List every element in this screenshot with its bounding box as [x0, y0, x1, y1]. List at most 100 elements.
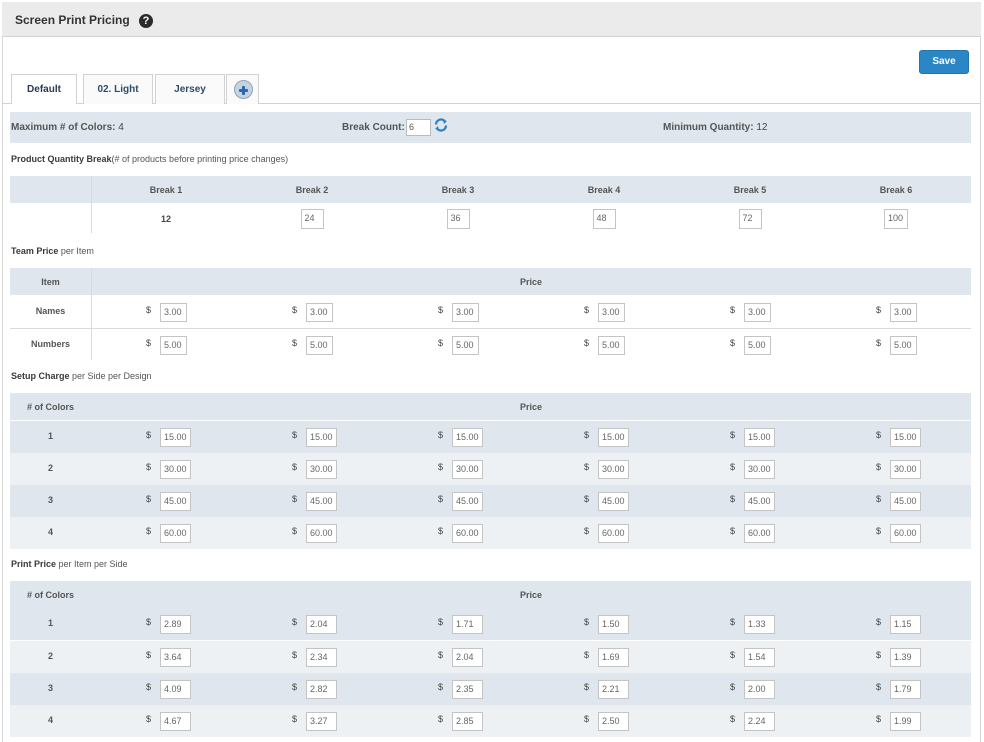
- print-price-price-input[interactable]: 1.99: [890, 712, 921, 731]
- team-price-price-input[interactable]: 3.00: [306, 303, 333, 322]
- currency-symbol: $: [438, 526, 444, 536]
- team-price-price-input[interactable]: 5.00: [306, 336, 333, 355]
- setup-charge-price-input[interactable]: 60.00: [160, 524, 191, 543]
- add-tab-button[interactable]: [226, 74, 259, 104]
- print-price-row: [10, 608, 971, 640]
- team-price-price-input[interactable]: 3.00: [452, 303, 479, 322]
- setup-charge-price-input[interactable]: 15.00: [306, 428, 337, 447]
- print-price-price-input[interactable]: 2.82: [306, 680, 337, 699]
- break-count-input[interactable]: 6: [406, 119, 431, 136]
- setup-charge-price-input[interactable]: 45.00: [890, 492, 921, 511]
- team-price-price-input[interactable]: 5.00: [160, 336, 187, 355]
- setup-charge-price-input[interactable]: 15.00: [160, 428, 191, 447]
- currency-symbol: $: [438, 338, 444, 348]
- print-price-price-input[interactable]: 2.35: [452, 680, 483, 699]
- setup-charge-price-input[interactable]: 15.00: [598, 428, 629, 447]
- team-price-price-input[interactable]: 3.00: [598, 303, 625, 322]
- min-qty-value: 12: [756, 122, 768, 133]
- team-price-price-input[interactable]: 5.00: [890, 336, 917, 355]
- team-price-price-input[interactable]: 3.00: [160, 303, 187, 322]
- print-price-price-input[interactable]: 1.39: [890, 648, 921, 667]
- setup-charge-col-colors: # of Colors: [26, 402, 74, 412]
- save-button[interactable]: Save: [919, 50, 969, 74]
- print-price-price-input[interactable]: 2.04: [452, 648, 483, 667]
- team-price-price-input[interactable]: 5.00: [598, 336, 625, 355]
- setup-charge-price-input[interactable]: 30.00: [598, 460, 629, 479]
- tab-default[interactable]: Default: [11, 74, 77, 104]
- print-price-price-input[interactable]: 4.09: [160, 680, 191, 699]
- setup-charge-price-input[interactable]: 45.00: [452, 492, 483, 511]
- currency-symbol: $: [730, 617, 736, 627]
- setup-charge-price-input[interactable]: 30.00: [744, 460, 775, 479]
- print-price-price-input[interactable]: 2.00: [744, 680, 775, 699]
- team-price-title-rest: per Item: [58, 246, 94, 256]
- setup-charge-price-input[interactable]: 30.00: [890, 460, 921, 479]
- setup-charge-price-input[interactable]: 15.00: [890, 428, 921, 447]
- currency-symbol: $: [876, 682, 882, 692]
- break-quantity-input[interactable]: 72: [738, 209, 762, 229]
- break-quantity-input[interactable]: 36: [446, 209, 470, 229]
- break-quantity-input[interactable]: 100: [884, 209, 908, 229]
- currency-symbol: $: [292, 494, 298, 504]
- team-price-row-label: Numbers: [30, 339, 70, 349]
- setup-charge-price-input[interactable]: 45.00: [306, 492, 337, 511]
- print-price-price-input[interactable]: 1.54: [744, 648, 775, 667]
- setup-charge-price-input[interactable]: 30.00: [452, 460, 483, 479]
- setup-charge-row: [10, 421, 971, 453]
- print-price-price-input[interactable]: 1.15: [890, 615, 921, 634]
- team-price-price-input[interactable]: 3.00: [744, 303, 771, 322]
- print-price-price-input[interactable]: 2.85: [452, 712, 483, 731]
- currency-symbol: $: [584, 617, 590, 627]
- currency-symbol: $: [730, 682, 736, 692]
- print-price-price-input[interactable]: 2.89: [160, 615, 191, 634]
- print-price-price-input[interactable]: 1.71: [452, 615, 483, 634]
- print-price-price-input[interactable]: 3.64: [160, 648, 191, 667]
- currency-symbol: $: [438, 714, 444, 724]
- tab-jersey[interactable]: Jersey: [155, 74, 225, 104]
- setup-charge-price-input[interactable]: 60.00: [744, 524, 775, 543]
- break-header: Break 6: [879, 185, 913, 195]
- setup-charge-price-input[interactable]: 60.00: [598, 524, 629, 543]
- print-price-price-input[interactable]: 4.67: [160, 712, 191, 731]
- print-price-price-input[interactable]: 2.50: [598, 712, 629, 731]
- setup-charge-price-input[interactable]: 45.00: [160, 492, 191, 511]
- break-header: Break 1: [149, 185, 183, 195]
- setup-charge-price-input[interactable]: 15.00: [452, 428, 483, 447]
- break-header: Break 5: [733, 185, 767, 195]
- team-price-price-input[interactable]: 5.00: [452, 336, 479, 355]
- setup-charge-price-input[interactable]: 30.00: [306, 460, 337, 479]
- team-price-price-input[interactable]: 5.00: [744, 336, 771, 355]
- print-price-price-input[interactable]: 1.79: [890, 680, 921, 699]
- print-price-row: [10, 705, 971, 737]
- print-price-price-input[interactable]: 2.24: [744, 712, 775, 731]
- plus-icon: [234, 80, 253, 99]
- print-price-price-input[interactable]: 2.21: [598, 680, 629, 699]
- setup-charge-price-input[interactable]: 60.00: [306, 524, 337, 543]
- currency-symbol: $: [584, 714, 590, 724]
- print-price-price-input[interactable]: 2.34: [306, 648, 337, 667]
- team-price-col-item: Item: [41, 277, 60, 287]
- help-icon[interactable]: ?: [139, 14, 153, 28]
- break-quantity-input[interactable]: 24: [300, 209, 324, 229]
- setup-charge-price-input[interactable]: 60.00: [890, 524, 921, 543]
- currency-symbol: $: [292, 305, 298, 315]
- setup-charge-price-input[interactable]: 30.00: [160, 460, 191, 479]
- team-price-price-input[interactable]: 3.00: [890, 303, 917, 322]
- print-price-price-input[interactable]: 2.04: [306, 615, 337, 634]
- setup-charge-price-input[interactable]: 45.00: [744, 492, 775, 511]
- print-price-price-input[interactable]: 3.27: [306, 712, 337, 731]
- print-price-price-input[interactable]: 1.33: [744, 615, 775, 634]
- setup-charge-price-input[interactable]: 15.00: [744, 428, 775, 447]
- setup-charge-price-input[interactable]: 45.00: [598, 492, 629, 511]
- min-qty-info: Minimum Quantity: 12: [663, 122, 767, 133]
- refresh-icon[interactable]: [433, 117, 449, 133]
- print-price-price-input[interactable]: 1.69: [598, 648, 629, 667]
- tab-light[interactable]: 02. Light: [83, 74, 153, 104]
- currency-symbol: $: [438, 617, 444, 627]
- setup-charge-row-label: 1: [47, 431, 53, 441]
- currency-symbol: $: [730, 305, 736, 315]
- print-price-price-input[interactable]: 1.50: [598, 615, 629, 634]
- setup-charge-row: [10, 485, 971, 517]
- setup-charge-price-input[interactable]: 60.00: [452, 524, 483, 543]
- break-quantity-input[interactable]: 48: [592, 209, 616, 229]
